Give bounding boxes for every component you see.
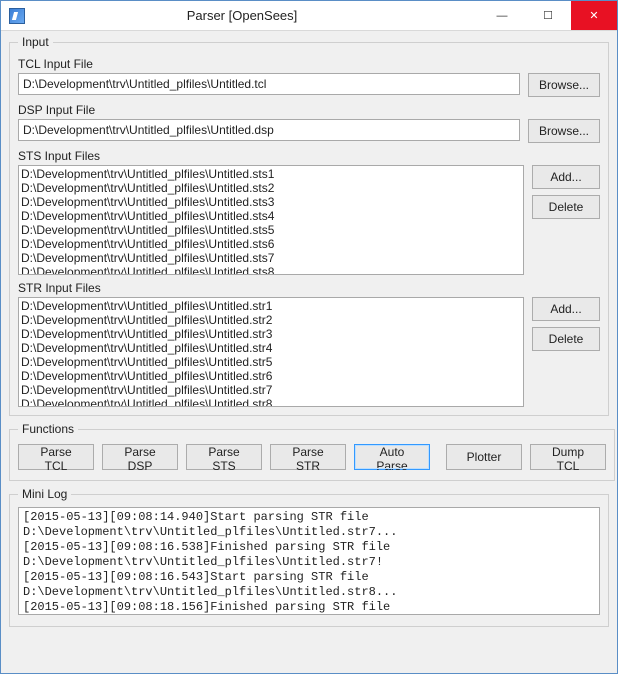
- mini-log-group: Mini Log: [9, 487, 609, 627]
- minimize-button[interactable]: —: [479, 1, 525, 30]
- list-item[interactable]: D:\Development\trv\Untitled_plfiles\Unti…: [21, 327, 521, 341]
- tcl-path-input[interactable]: [18, 73, 520, 95]
- sts-file-list[interactable]: D:\Development\trv\Untitled_plfiles\Unti…: [18, 165, 524, 275]
- app-icon: [9, 8, 25, 24]
- str-file-list[interactable]: D:\Development\trv\Untitled_plfiles\Unti…: [18, 297, 524, 407]
- sts-delete-button[interactable]: Delete: [532, 195, 600, 219]
- list-item[interactable]: D:\Development\trv\Untitled_plfiles\Unti…: [21, 223, 521, 237]
- functions-group: Functions Parse TCL Parse DSP Parse STS …: [9, 422, 615, 481]
- list-item[interactable]: D:\Development\trv\Untitled_plfiles\Unti…: [21, 251, 521, 265]
- mini-log-legend: Mini Log: [18, 487, 71, 501]
- title-bar[interactable]: Parser [OpenSees] — ☐ ✕: [1, 1, 617, 31]
- close-button[interactable]: ✕: [571, 1, 617, 30]
- dsp-label: DSP Input File: [18, 103, 600, 117]
- str-add-button[interactable]: Add...: [532, 297, 600, 321]
- sts-add-button[interactable]: Add...: [532, 165, 600, 189]
- maximize-button[interactable]: ☐: [525, 1, 571, 30]
- client-area: Input TCL Input File Browse... DSP Input…: [1, 31, 617, 673]
- window-title: Parser [OpenSees]: [5, 8, 479, 23]
- list-item[interactable]: D:\Development\trv\Untitled_plfiles\Unti…: [21, 265, 521, 275]
- list-item[interactable]: D:\Development\trv\Untitled_plfiles\Unti…: [21, 369, 521, 383]
- list-item[interactable]: D:\Development\trv\Untitled_plfiles\Unti…: [21, 355, 521, 369]
- parse-dsp-button[interactable]: Parse DSP: [102, 444, 178, 470]
- tcl-label: TCL Input File: [18, 57, 600, 71]
- input-group: Input TCL Input File Browse... DSP Input…: [9, 35, 609, 416]
- list-item[interactable]: D:\Development\trv\Untitled_plfiles\Unti…: [21, 341, 521, 355]
- list-item[interactable]: D:\Development\trv\Untitled_plfiles\Unti…: [21, 383, 521, 397]
- dump-tcl-button[interactable]: Dump TCL: [530, 444, 606, 470]
- mini-log-textarea[interactable]: [18, 507, 600, 615]
- list-item[interactable]: D:\Development\trv\Untitled_plfiles\Unti…: [21, 167, 521, 181]
- list-item[interactable]: D:\Development\trv\Untitled_plfiles\Unti…: [21, 313, 521, 327]
- input-group-legend: Input: [18, 35, 53, 49]
- list-item[interactable]: D:\Development\trv\Untitled_plfiles\Unti…: [21, 209, 521, 223]
- str-delete-button[interactable]: Delete: [532, 327, 600, 351]
- sts-label: STS Input Files: [18, 149, 600, 163]
- parse-sts-button[interactable]: Parse STS: [186, 444, 262, 470]
- list-item[interactable]: D:\Development\trv\Untitled_plfiles\Unti…: [21, 181, 521, 195]
- list-item[interactable]: D:\Development\trv\Untitled_plfiles\Unti…: [21, 237, 521, 251]
- list-item[interactable]: D:\Development\trv\Untitled_plfiles\Unti…: [21, 195, 521, 209]
- functions-group-legend: Functions: [18, 422, 78, 436]
- str-label: STR Input Files: [18, 281, 600, 295]
- plotter-button[interactable]: Plotter: [446, 444, 522, 470]
- dsp-path-input[interactable]: [18, 119, 520, 141]
- parse-str-button[interactable]: Parse STR: [270, 444, 346, 470]
- auto-parse-button[interactable]: Auto Parse: [354, 444, 430, 470]
- dsp-browse-button[interactable]: Browse...: [528, 119, 600, 143]
- tcl-browse-button[interactable]: Browse...: [528, 73, 600, 97]
- list-item[interactable]: D:\Development\trv\Untitled_plfiles\Unti…: [21, 397, 521, 407]
- parse-tcl-button[interactable]: Parse TCL: [18, 444, 94, 470]
- list-item[interactable]: D:\Development\trv\Untitled_plfiles\Unti…: [21, 299, 521, 313]
